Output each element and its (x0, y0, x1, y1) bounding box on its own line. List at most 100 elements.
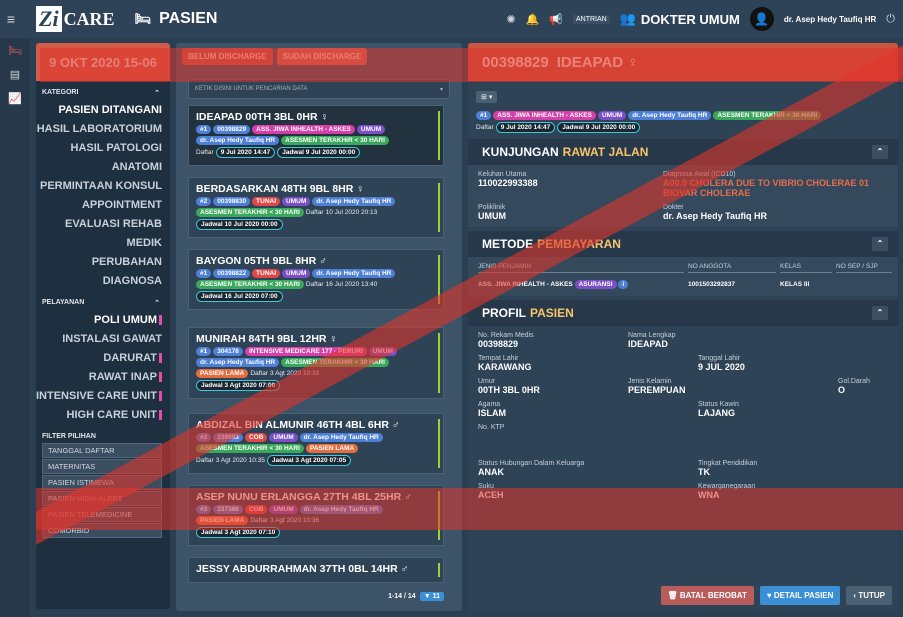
patient-card[interactable]: ASEP NUNU ERLANGGA 27TH 4BL 25HR ♂ #3 33… (188, 485, 444, 546)
doctor-tag: dr. Asep Hedy Taufiq HR (628, 111, 712, 120)
pay-jenis: ASS. JIWA INHEALTH - ASKES (478, 281, 573, 288)
suku-value: ACEH (478, 490, 504, 500)
collapse-button[interactable]: ⌃ (872, 306, 888, 320)
gol-label: Gol.Darah (838, 378, 870, 385)
filter-count-button[interactable]: ▼ 11 (419, 592, 444, 601)
asesmen-tag: ASESMEN TERAKHIR < 30 HARI (196, 208, 304, 217)
pagination: 1-14 / 14 ▼ 11 (388, 592, 444, 601)
nav-rawat-inap[interactable]: RAWAT INAP (36, 368, 170, 387)
bell-icon[interactable]: 🔔 (526, 13, 540, 26)
umur-value: 00TH 3BL 0HR (478, 385, 540, 395)
pay-no: 1001503292837 (688, 281, 735, 288)
nav-icu[interactable]: INTENSIVE CARE UNIT (36, 387, 170, 406)
jadwal-date: Jadwal 9 Jul 2020 00:00 (277, 147, 361, 158)
col-no-anggota: NO ANGGOTA (688, 263, 776, 273)
rail-chart-icon[interactable]: 📈 (0, 86, 30, 110)
indicator-bar (159, 372, 162, 383)
patient-card[interactable]: JESSY ABDURRAHMAN 37TH 0BL 14HR ♂ (188, 557, 444, 583)
indicator-bar (159, 410, 162, 421)
daftar-date: 9 Jul 2020 14:47 (495, 122, 556, 133)
detail-pasien-button[interactable]: ♥ DETAIL PASIEN (759, 586, 841, 605)
app-logo[interactable]: Zi CARE (36, 6, 115, 32)
nav-perubahan-diagnosa[interactable]: PERUBAHAN DIAGNOSA (36, 253, 170, 291)
nav-evaluasi-rehab[interactable]: EVALUASI REHAB MEDIK (36, 215, 170, 253)
patient-card[interactable]: MUNIRAH 84TH 9BL 12HR ♀ #1 304178 INTENS… (188, 327, 444, 399)
jadwal-label: Jadwal (201, 221, 223, 228)
payer-tag: COB (244, 505, 268, 514)
nav-hcu[interactable]: HIGH CARE UNIT (36, 406, 170, 425)
action-dropdown-button[interactable]: ⊞ ▾ (476, 91, 498, 103)
batal-berobat-button[interactable]: 🗑 BATAL BEROBAT (660, 586, 754, 605)
tutup-button[interactable]: ‹ TUTUP (846, 586, 892, 605)
patient-card[interactable]: BERDASARKAN 48TH 9BL 8HR ♀ #2 00398830 T… (188, 177, 444, 238)
hub-value: ANAK (478, 467, 504, 477)
patient-card[interactable]: ABDIZAL BIN ALMUNIR 46TH 4BL 6HR ♂ #2 33… (188, 413, 444, 474)
filter-maternitas[interactable]: MATERNITAS (42, 459, 162, 474)
collapse-button[interactable]: ⌃ (872, 237, 888, 251)
asesmen-tag: ASESMEN TERAKHIR < 30 HARI (196, 280, 304, 289)
suku-label: Suku (478, 483, 494, 490)
nav-pasien-ditangani[interactable]: PASIEN DITANGANI (36, 101, 170, 120)
filter-high-alert[interactable]: PASIEN HIGH-ALERT (42, 491, 162, 506)
umur-label: Umur (478, 378, 496, 385)
filter-comorbid[interactable]: COMORBID (42, 523, 162, 538)
antrian-button[interactable]: ANTRIAN (572, 14, 610, 24)
profil-section: PROFIL PASIEN ⌃ No. Rekam Medis 00398829 N… (468, 300, 898, 506)
megaphone-icon[interactable]: 📢 (549, 13, 563, 26)
nav-hasil-patologi[interactable]: HASIL PATOLOGI ANATOMI (36, 139, 170, 177)
jadwal-label: Jadwal (562, 124, 584, 131)
nav-appointment[interactable]: APPOINTMENT (36, 196, 170, 215)
pay-kelas: KELAS III (780, 281, 810, 288)
top-bar: ≡ Zi CARE 🛏 PASIEN ✺ 🔔 📢 ANTRIAN 👥 DOKTE… (0, 0, 903, 38)
agama-label: Agama (478, 401, 501, 408)
info-icon[interactable]: i (618, 280, 629, 289)
search-input[interactable]: KETIK DISINI UNTUK PENCARIAN DATA ▾ (188, 79, 450, 99)
nav-igd[interactable]: INSTALASI GAWAT DARURAT (36, 330, 170, 368)
nav-label: INTENSIVE CARE UNIT (36, 390, 158, 402)
patient-card[interactable]: BAYGON 05TH 9BL 8HR ♂ #1 00398822 TUNAI … (188, 249, 444, 310)
user-name[interactable]: dr. Asep Hedy Taufiq HR (784, 15, 876, 24)
power-icon[interactable]: ⏻ (886, 13, 895, 26)
jadwal-date: Jadwal 10 Jul 2020 00:00 (196, 219, 283, 230)
patient-card[interactable]: IDEAPAD 00TH 3BL 0HR ♀ #1 00398829 ASS. … (188, 105, 444, 166)
filter-telemedicine[interactable]: PASIEN TELEMEDICINE (42, 507, 162, 522)
batal-label: BATAL BEROBAT (679, 591, 747, 600)
kategori-header[interactable]: KATEGORI ⌃ (36, 89, 170, 97)
dokter-role[interactable]: 👥 DOKTER UMUM (620, 11, 740, 27)
settings-icon[interactable]: ✺ (506, 13, 515, 26)
pelayanan-header[interactable]: PELAYANAN ⌃ (36, 299, 170, 307)
tgl-label: Tanggal Lahir (698, 355, 741, 362)
tab-sudah-discharge[interactable]: SUDAH DISCHARGE (276, 48, 368, 65)
jk-label: Jenis Kelamin (628, 378, 672, 385)
pasien-lama-tag: PASIEN LAMA (196, 516, 249, 525)
avatar[interactable]: 👤 (749, 7, 774, 31)
chevron-up-icon: ⌃ (154, 300, 160, 307)
hamburger-menu-icon[interactable]: ≡ (0, 11, 22, 27)
queue-tag: #3 (196, 505, 212, 514)
collapse-button[interactable]: ⌃ (872, 145, 888, 159)
rail-list-icon[interactable]: ▤ (0, 62, 30, 86)
tab-belum-discharge[interactable]: BELUM DISCHARGE (182, 48, 273, 65)
nav-poli-umum[interactable]: POLI UMUM (36, 311, 170, 330)
filter-tanggal-daftar[interactable]: TANGGAL DAFTAR (42, 443, 162, 458)
nav-hasil-laboratorium[interactable]: HASIL LABORATORIUM (36, 120, 170, 139)
daftar-label: Daftar (476, 124, 494, 131)
nama-label: Nama Lengkap (628, 332, 676, 339)
nama-value: IDEAPAD (628, 339, 668, 349)
asesmen-tag: ASESMEN TERAKHIR < 30 HARI (196, 444, 304, 453)
doctor-tag: dr. Asep Hedy Taufiq HR (299, 505, 383, 514)
payer-tag: ASS. JIWA INHEALTH - ASKES (493, 111, 596, 120)
filter-pasien-istimewa[interactable]: PASIEN ISTIMEWA (42, 475, 162, 490)
rail-bed-icon[interactable]: 🛏 (0, 38, 30, 62)
dokter-label: Dokter (663, 204, 684, 211)
rm-value: 00398829 (478, 339, 519, 349)
poli-tag: UMUM (282, 269, 311, 278)
daftar-label: Daftar (305, 281, 324, 288)
payer-tag: COB (244, 433, 268, 442)
patient-name: MUNIRAH 84TH 9BL 12HR ♀ (196, 333, 338, 345)
nav-permintaan-konsul[interactable]: PERMINTAAN KONSUL (36, 177, 170, 196)
chevron-up-icon: ⌃ (154, 90, 160, 97)
doctor-tag: dr. Asep Hedy Taufiq HR (312, 269, 396, 278)
chevron-left-icon: ‹ (853, 591, 857, 600)
doctor-tag: dr. Asep Hedy Taufiq HR (312, 197, 396, 206)
